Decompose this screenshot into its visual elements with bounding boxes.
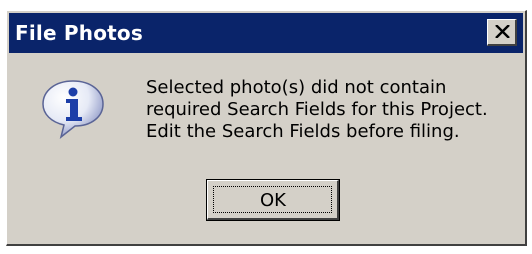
message-line: Edit the Search Fields before filing. <box>146 121 460 142</box>
message-line: Selected photo(s) did not contain <box>146 77 447 98</box>
dialog-frame: File Photos Selected photo(s) did not co… <box>6 10 527 246</box>
ok-button[interactable]: OK <box>206 179 340 221</box>
ok-button-label: OK <box>260 190 286 211</box>
close-icon <box>495 25 510 38</box>
window-title: File Photos <box>15 21 143 45</box>
message-line: required Search Fields for this Project. <box>146 99 488 120</box>
message-text: Selected photo(s) did not contain requir… <box>146 77 518 143</box>
info-icon <box>42 80 104 139</box>
message-dialog: File Photos Selected photo(s) did not co… <box>0 0 532 254</box>
title-bar[interactable]: File Photos <box>9 13 523 53</box>
close-button[interactable] <box>487 19 517 46</box>
